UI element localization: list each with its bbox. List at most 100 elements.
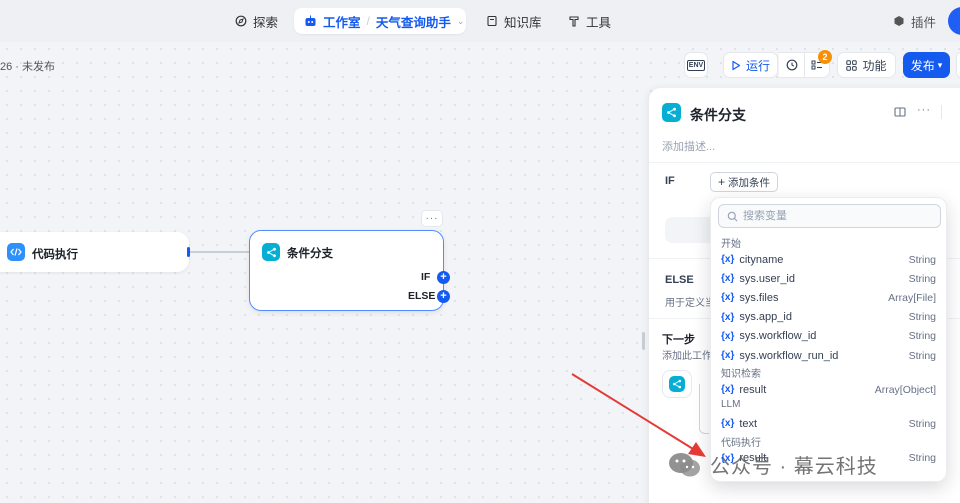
variable-name: sys.workflow_run_id bbox=[739, 349, 839, 362]
variable-type: String bbox=[908, 452, 936, 465]
env-button[interactable]: ENV bbox=[684, 52, 708, 78]
run-button[interactable]: 运行 bbox=[723, 52, 778, 78]
variable-icon: {x} bbox=[721, 350, 735, 361]
nav-plugins-label: 插件 bbox=[911, 15, 937, 30]
cube-icon bbox=[894, 16, 904, 26]
panel-title: 条件分支 bbox=[690, 107, 746, 123]
node-output-handle[interactable] bbox=[187, 247, 190, 257]
variable-picker-dropdown: 开始{x}citynameString{x}sys.user_idString{… bbox=[710, 197, 947, 482]
variable-type: String bbox=[908, 330, 936, 343]
panel-resize-handle[interactable] bbox=[642, 332, 645, 350]
chevron-down-icon[interactable]: ⌄ bbox=[457, 16, 465, 27]
publish-button[interactable]: 发布 ▾ bbox=[903, 52, 950, 78]
history-button[interactable] bbox=[779, 52, 805, 78]
add-else-branch-plus-icon[interactable]: + bbox=[437, 290, 450, 303]
watermark: 公众号 · 幕云科技 bbox=[668, 450, 878, 479]
publish-label: 发布 bbox=[910, 58, 935, 73]
next-step-label: 下一步 bbox=[662, 334, 695, 346]
condition-branch-node[interactable]: 条件分支 IF ELSE + + bbox=[249, 230, 450, 311]
nav-studio-label: 工作室 bbox=[323, 15, 361, 30]
variable-option[interactable]: {x} sys.workflow_run_id String bbox=[711, 346, 946, 365]
if-label: IF bbox=[665, 175, 675, 187]
nav-plugins[interactable]: 插件 bbox=[893, 10, 936, 32]
branch-icon bbox=[662, 103, 681, 122]
more-icon[interactable]: ··· bbox=[917, 104, 931, 116]
variable-icon: {x} bbox=[721, 330, 735, 342]
variable-icon: {x} bbox=[721, 292, 735, 304]
nav-explore-label: 探索 bbox=[253, 15, 279, 30]
more-toolbar-button[interactable] bbox=[956, 52, 960, 78]
variable-type: Array[File] bbox=[888, 291, 936, 304]
branch-node-title: 条件分支 bbox=[287, 248, 333, 260]
features-label: 功能 bbox=[862, 58, 887, 73]
plus-icon: + bbox=[717, 175, 725, 189]
robot-icon bbox=[305, 15, 316, 26]
variable-name: sys.workflow_id bbox=[739, 330, 817, 343]
variable-icon: {x} bbox=[721, 311, 735, 323]
variable-name: result bbox=[739, 383, 767, 396]
hammer-icon bbox=[569, 16, 579, 27]
chevron-down-icon: ▾ bbox=[937, 59, 943, 70]
variable-search-input[interactable] bbox=[743, 210, 933, 222]
variable-option[interactable]: {x} sys.workflow_id String bbox=[711, 327, 946, 346]
variable-icon: {x} bbox=[721, 273, 735, 285]
variable-name: cityname bbox=[739, 253, 784, 266]
variable-type: String bbox=[908, 253, 936, 266]
wechat-icon bbox=[668, 451, 702, 479]
port-else-label: ELSE bbox=[408, 290, 436, 302]
variable-name: sys.files bbox=[739, 291, 779, 304]
variable-option[interactable]: {x} cityname String bbox=[711, 250, 946, 269]
features-button[interactable]: 功能 bbox=[837, 52, 896, 78]
nav-studio[interactable]: 工作室 / 天气查询助手 ⌄ bbox=[294, 8, 466, 34]
variable-group-label: LLM bbox=[721, 399, 741, 411]
add-if-branch-plus-icon[interactable]: + bbox=[437, 271, 450, 284]
app-name[interactable]: 天气查询助手 bbox=[376, 12, 451, 31]
add-condition-label: 添加条件 bbox=[728, 176, 770, 189]
next-node-card[interactable] bbox=[662, 370, 692, 398]
variable-group-label: 开始 bbox=[721, 239, 741, 250]
nav-tools-label: 工具 bbox=[586, 15, 612, 30]
variable-type: Array[Object] bbox=[874, 383, 936, 396]
variable-icon: {x} bbox=[721, 418, 735, 430]
connection-edge bbox=[189, 251, 249, 253]
variable-option[interactable]: {x} result Array[Object] bbox=[711, 380, 946, 399]
variable-group-label: 知识检索 bbox=[721, 369, 761, 381]
breadcrumb-separator: / bbox=[366, 14, 370, 28]
compass-icon bbox=[235, 15, 247, 27]
variable-search-box[interactable] bbox=[718, 204, 941, 228]
add-condition-button[interactable]: + 添加条件 bbox=[710, 172, 778, 192]
version-status: 26 · 未发布 bbox=[0, 61, 56, 73]
book-icon bbox=[487, 15, 497, 27]
variable-option[interactable]: {x} sys.app_id String bbox=[711, 308, 946, 327]
node-more-button[interactable]: ··· bbox=[421, 210, 443, 227]
variable-type: String bbox=[908, 311, 936, 324]
code-execution-node[interactable]: 代码执行 bbox=[0, 232, 189, 272]
variable-option[interactable]: {x} text String bbox=[711, 414, 946, 433]
variable-type: String bbox=[908, 272, 936, 285]
variable-icon: {x} bbox=[721, 384, 735, 396]
variable-option[interactable]: {x} sys.user_id String bbox=[711, 269, 946, 288]
nav-explore[interactable]: 探索 bbox=[235, 10, 278, 32]
code-node-title: 代码执行 bbox=[32, 249, 78, 261]
variable-option[interactable]: {x} sys.files Array[File] bbox=[711, 288, 946, 307]
book-open-icon[interactable] bbox=[894, 106, 906, 121]
else-label: ELSE bbox=[665, 274, 694, 286]
nav-knowledge-label: 知识库 bbox=[504, 15, 542, 30]
nav-tools[interactable]: 工具 bbox=[568, 10, 611, 32]
divider bbox=[941, 105, 942, 119]
watermark-text: 公众号 · 幕云科技 bbox=[710, 456, 878, 478]
divider bbox=[649, 162, 960, 163]
branch-icon bbox=[669, 376, 685, 392]
port-if-label: IF bbox=[421, 271, 431, 283]
variable-name: sys.user_id bbox=[739, 272, 795, 285]
run-label: 运行 bbox=[745, 58, 770, 73]
branch-icon bbox=[262, 243, 280, 261]
avatar[interactable] bbox=[948, 7, 960, 35]
panel-description-input[interactable]: 添加描述... bbox=[662, 138, 715, 154]
code-icon bbox=[7, 243, 25, 261]
env-icon: ENV bbox=[686, 59, 706, 71]
variable-type: String bbox=[908, 349, 936, 362]
search-icon bbox=[727, 211, 738, 221]
next-step-connector bbox=[699, 384, 709, 434]
nav-knowledge[interactable]: 知识库 bbox=[486, 10, 542, 32]
